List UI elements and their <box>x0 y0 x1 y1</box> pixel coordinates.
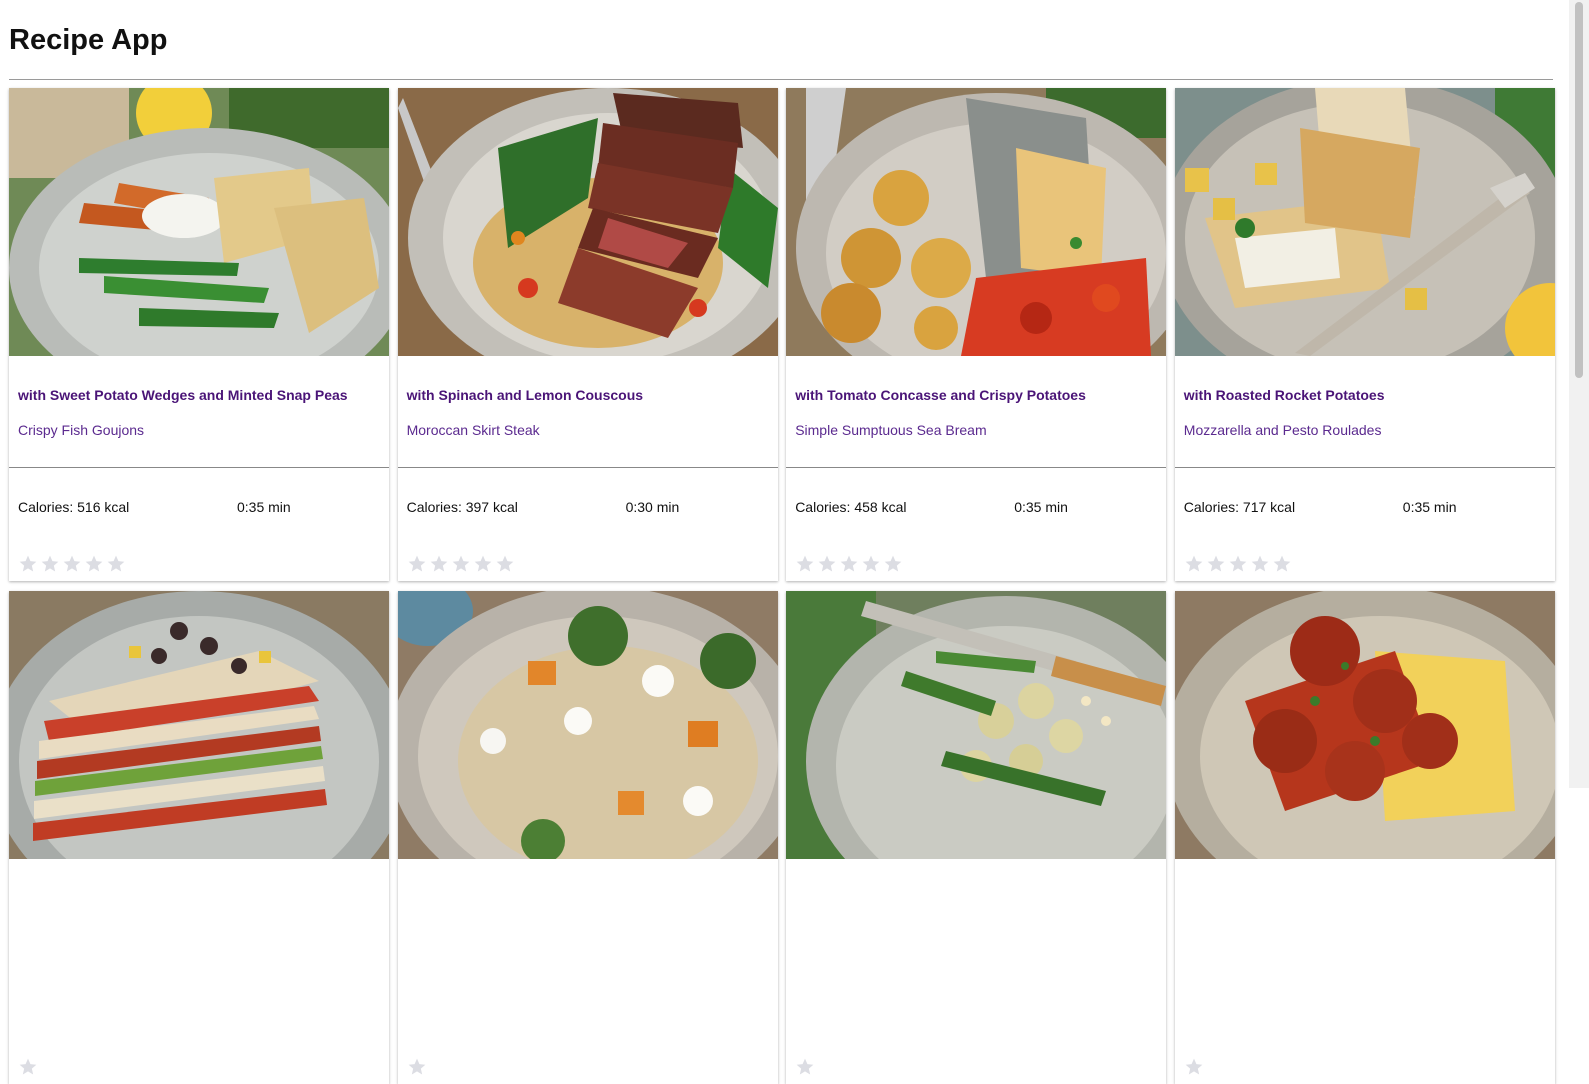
recipe-photo[interactable] <box>9 88 389 356</box>
recipe-photo[interactable] <box>1174 88 1555 356</box>
recipe-card[interactable] <box>786 591 1167 1084</box>
star-icon[interactable] <box>84 554 104 574</box>
recipe-photo[interactable] <box>9 591 389 859</box>
recipe-subtitle[interactable]: with Sweet Potato Wedges and Minted Snap… <box>18 387 381 403</box>
recipe-subtitle[interactable]: with Roasted Rocket Potatoes <box>1184 387 1547 403</box>
star-icon[interactable] <box>451 554 471 574</box>
recipe-card[interactable]: with Sweet Potato Wedges and Minted Snap… <box>9 88 389 581</box>
star-rating[interactable] <box>795 1057 815 1077</box>
recipe-calories: Calories: 516 kcal <box>18 499 130 515</box>
page-scrollbar[interactable] <box>1569 0 1589 788</box>
recipe-card[interactable] <box>9 591 389 1084</box>
star-icon[interactable] <box>407 554 427 574</box>
star-icon[interactable] <box>1184 1057 1204 1077</box>
star-icon[interactable] <box>1184 554 1204 574</box>
star-rating[interactable] <box>1184 554 1292 574</box>
recipe-photo[interactable] <box>397 88 778 356</box>
recipe-meta: Calories: 717 kcal 0:35 min <box>1175 468 1555 518</box>
star-icon[interactable] <box>1228 554 1248 574</box>
star-rating[interactable] <box>18 1057 38 1077</box>
star-icon[interactable] <box>1250 554 1270 574</box>
star-icon[interactable] <box>839 554 859 574</box>
star-rating[interactable] <box>18 554 126 574</box>
recipe-info: with Sweet Potato Wedges and Minted Snap… <box>9 356 389 467</box>
star-icon[interactable] <box>861 554 881 574</box>
star-icon[interactable] <box>795 554 815 574</box>
recipe-card[interactable] <box>397 591 778 1084</box>
recipe-name[interactable]: Crispy Fish Goujons <box>18 422 381 438</box>
star-icon[interactable] <box>62 554 82 574</box>
star-icon[interactable] <box>40 554 60 574</box>
star-icon[interactable] <box>495 554 515 574</box>
recipe-subtitle[interactable]: with Spinach and Lemon Couscous <box>407 387 770 403</box>
star-icon[interactable] <box>1206 554 1226 574</box>
star-icon[interactable] <box>18 554 38 574</box>
star-icon[interactable] <box>106 554 126 574</box>
recipe-name[interactable]: Mozzarella and Pesto Roulades <box>1184 422 1547 438</box>
star-icon[interactable] <box>795 1057 815 1077</box>
star-icon[interactable] <box>473 554 493 574</box>
star-rating[interactable] <box>407 1057 427 1077</box>
recipe-time: 0:35 min <box>1402 499 1457 515</box>
recipe-card[interactable]: with Spinach and Lemon Couscous Moroccan… <box>397 88 778 581</box>
recipe-photo[interactable] <box>397 591 778 859</box>
recipe-photo[interactable] <box>786 591 1167 859</box>
star-icon[interactable] <box>883 554 903 574</box>
recipe-subtitle[interactable]: with Tomato Concasse and Crispy Potatoes <box>795 387 1158 403</box>
recipe-calories: Calories: 717 kcal <box>1183 499 1296 515</box>
recipe-time: 0:35 min <box>1014 499 1068 515</box>
recipe-photo[interactable] <box>1174 591 1555 859</box>
recipe-meta: Calories: 516 kcal 0:35 min <box>9 468 389 518</box>
star-rating[interactable] <box>407 554 515 574</box>
recipe-name[interactable]: Simple Sumptuous Sea Bream <box>795 422 1158 438</box>
recipe-card[interactable]: with Roasted Rocket Potatoes Mozzarella … <box>1174 88 1555 581</box>
recipe-info: with Roasted Rocket Potatoes Mozzarella … <box>1175 356 1555 467</box>
recipe-photo[interactable] <box>786 88 1167 356</box>
star-rating[interactable] <box>1184 1057 1204 1077</box>
star-icon[interactable] <box>407 1057 427 1077</box>
title-divider <box>9 79 1553 80</box>
recipe-time: 0:35 min <box>237 499 291 515</box>
recipe-calories: Calories: 397 kcal <box>406 499 518 515</box>
star-icon[interactable] <box>18 1057 38 1077</box>
recipe-meta: Calories: 397 kcal 0:30 min <box>398 468 778 518</box>
recipe-info: with Tomato Concasse and Crispy Potatoes… <box>786 356 1166 467</box>
recipe-time: 0:30 min <box>625 499 680 515</box>
recipe-name[interactable]: Moroccan Skirt Steak <box>407 422 770 438</box>
star-icon[interactable] <box>1272 554 1292 574</box>
star-rating[interactable] <box>795 554 903 574</box>
app-title: Recipe App <box>9 24 168 56</box>
recipe-card[interactable]: with Tomato Concasse and Crispy Potatoes… <box>786 88 1167 581</box>
star-icon[interactable] <box>429 554 449 574</box>
recipe-info: with Spinach and Lemon Couscous Moroccan… <box>398 356 778 467</box>
recipe-card[interactable] <box>1174 591 1555 1084</box>
star-icon[interactable] <box>817 554 837 574</box>
recipe-grid: with Sweet Potato Wedges and Minted Snap… <box>9 88 1555 1084</box>
scrollbar-thumb[interactable] <box>1575 2 1583 378</box>
recipe-meta: Calories: 458 kcal 0:35 min <box>786 468 1166 518</box>
recipe-calories: Calories: 458 kcal <box>795 499 907 515</box>
